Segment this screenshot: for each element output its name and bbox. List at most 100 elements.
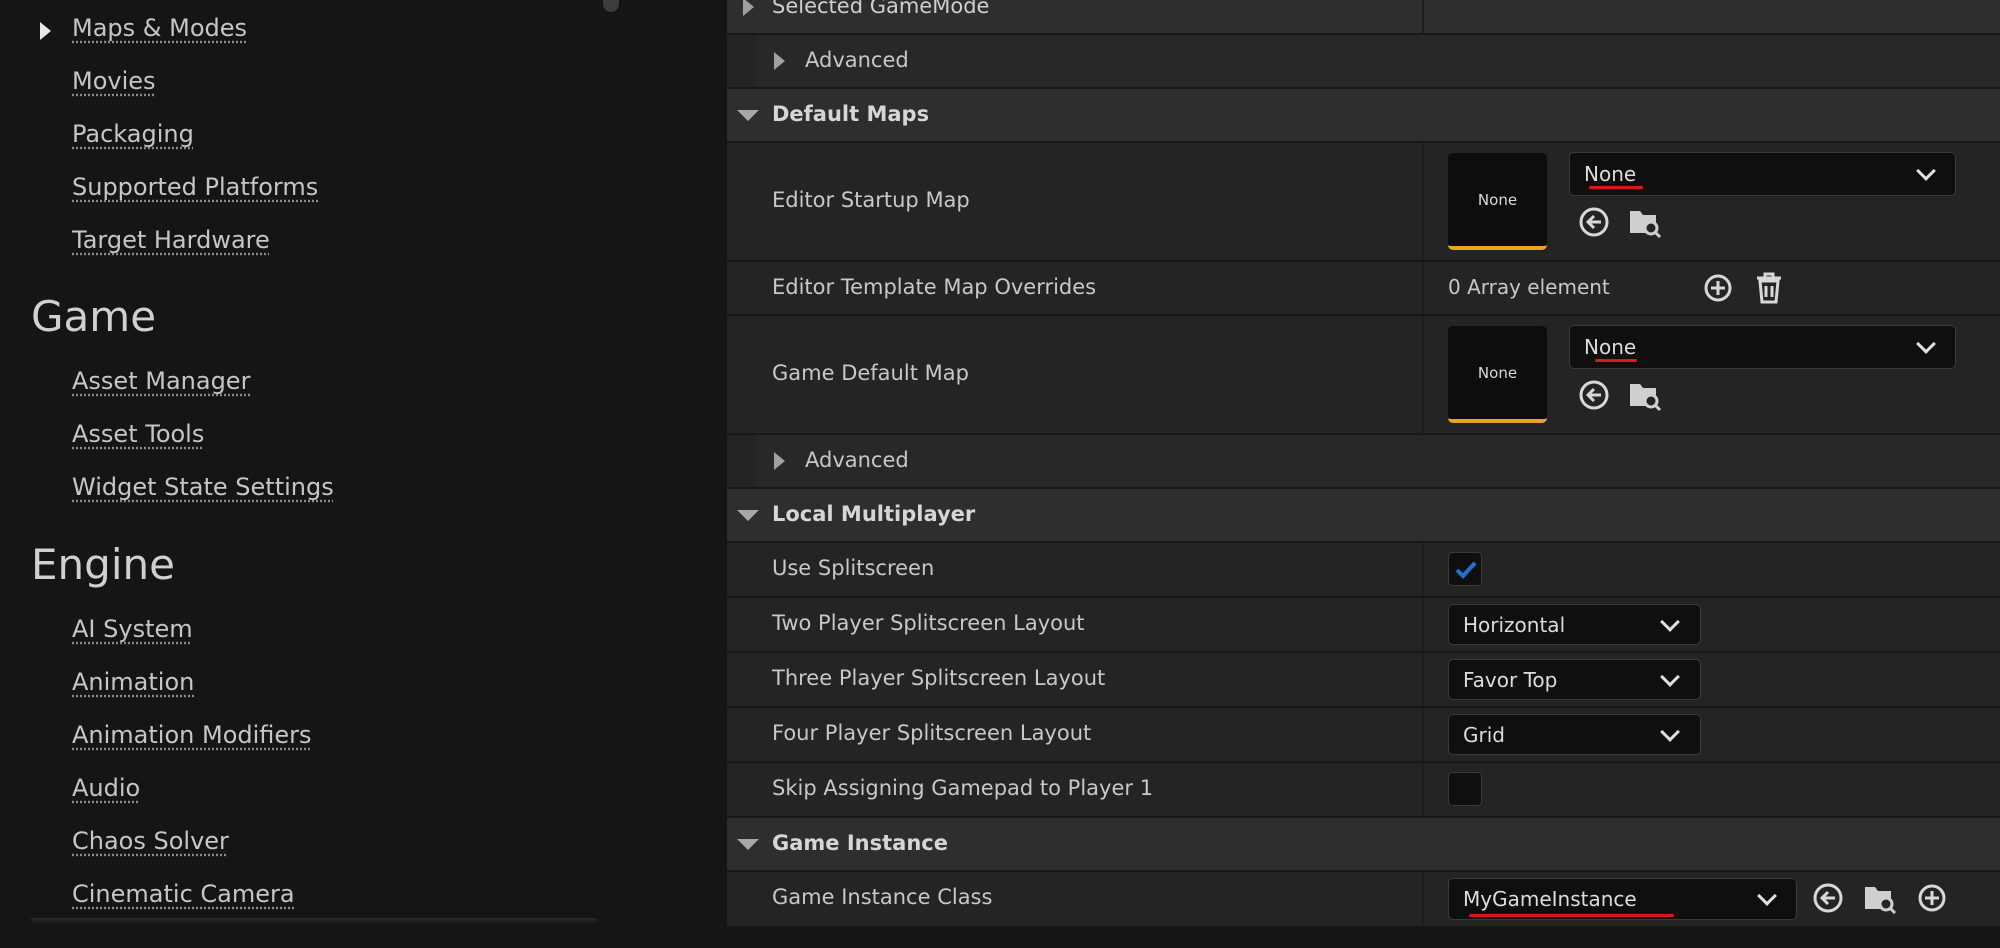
- nav-item-audio[interactable]: Audio: [72, 774, 140, 802]
- nav-item-animation[interactable]: Animation: [72, 668, 194, 696]
- two-player-layout-dropdown[interactable]: Horizontal: [1448, 604, 1701, 645]
- advanced-group-1[interactable]: Advanced: [727, 35, 2000, 89]
- use-selected-icon[interactable]: [1577, 205, 1611, 239]
- indent-stripe: [727, 435, 757, 487]
- nav-section-game: Game: [31, 292, 157, 341]
- dropdown-value: Grid: [1463, 722, 1505, 747]
- nav-item-widget-state-settings[interactable]: Widget State Settings: [72, 473, 334, 501]
- combo-value: MyGameInstance: [1463, 887, 1637, 911]
- indent-stripe: [727, 35, 757, 87]
- chevron-down-icon: [1757, 886, 1777, 906]
- nav-item-maps-modes[interactable]: Maps & Modes: [72, 14, 247, 42]
- nav-item-packaging[interactable]: Packaging: [72, 120, 194, 148]
- column-divider: [1422, 653, 1424, 706]
- browse-folder-icon[interactable]: [1627, 205, 1663, 239]
- map-picker-combo[interactable]: None: [1569, 325, 1956, 369]
- property-label: Skip Assigning Gamepad to Player 1: [772, 776, 1154, 800]
- dropdown-value: Horizontal: [1463, 612, 1566, 637]
- category-selected-gamemode[interactable]: Selected GameMode: [727, 0, 2000, 35]
- map-picker-combo[interactable]: None: [1569, 152, 1956, 196]
- nav-item-cinematic-camera[interactable]: Cinematic Camera: [72, 880, 295, 908]
- nav-section-engine: Engine: [31, 540, 175, 589]
- category-label: Selected GameMode: [772, 0, 990, 18]
- property-three-player-layout: Three Player Splitscreen Layout Favor To…: [727, 653, 2000, 708]
- property-editor-template-overrides: Editor Template Map Overrides 0 Array el…: [727, 262, 2000, 316]
- annotation-underline: [1469, 914, 1674, 917]
- column-divider: [1422, 543, 1424, 596]
- property-game-default-map: Game Default Map None None: [727, 316, 2000, 435]
- browse-folder-icon[interactable]: [1862, 881, 1898, 915]
- combo-value: None: [1584, 335, 1637, 359]
- checkmark-icon: [1455, 561, 1477, 579]
- thumbnail-label: None: [1477, 190, 1518, 209]
- category-label: Default Maps: [772, 102, 930, 126]
- column-divider: [1422, 143, 1424, 260]
- property-game-instance-class: Game Instance Class MyGameInstance: [727, 872, 2000, 926]
- property-label: Game Instance Class: [772, 885, 993, 909]
- column-divider: [1422, 316, 1424, 433]
- chevron-down-icon: [1916, 334, 1936, 354]
- category-label: Game Instance: [772, 831, 948, 855]
- collapse-arrow-icon[interactable]: [737, 839, 759, 850]
- property-two-player-layout: Two Player Splitscreen Layout Horizontal: [727, 598, 2000, 653]
- add-class-icon[interactable]: [1916, 882, 1948, 914]
- nav-item-chaos-solver[interactable]: Chaos Solver: [72, 827, 229, 855]
- nav-item-supported-platforms[interactable]: Supported Platforms: [72, 173, 318, 201]
- property-label: Four Player Splitscreen Layout: [772, 721, 1092, 745]
- property-label: Three Player Splitscreen Layout: [772, 666, 1106, 690]
- collapse-arrow-icon[interactable]: [737, 510, 759, 521]
- combo-value: None: [1584, 162, 1637, 186]
- array-count: 0 Array element: [1448, 275, 1610, 299]
- dropdown-value: Favor Top: [1463, 667, 1558, 692]
- skip-gamepad-checkbox[interactable]: [1448, 772, 1482, 806]
- expand-arrow-icon[interactable]: [40, 22, 51, 40]
- chevron-down-icon: [1660, 722, 1680, 742]
- category-label: Local Multiplayer: [772, 502, 976, 526]
- property-skip-gamepad: Skip Assigning Gamepad to Player 1: [727, 763, 2000, 818]
- nav-item-ai-system[interactable]: AI System: [72, 615, 193, 643]
- thumbnail-label: None: [1477, 363, 1518, 382]
- annotation-underline: [1589, 186, 1643, 189]
- nav-item-animation-modifiers[interactable]: Animation Modifiers: [72, 721, 312, 749]
- add-element-icon[interactable]: [1702, 272, 1734, 304]
- nav-scrollbar-thumb[interactable]: [603, 0, 619, 12]
- column-divider: [1422, 708, 1424, 761]
- column-divider: [1422, 872, 1424, 926]
- asset-thumbnail[interactable]: None: [1448, 153, 1547, 250]
- chevron-down-icon: [1916, 161, 1936, 181]
- category-local-multiplayer[interactable]: Local Multiplayer: [727, 489, 2000, 543]
- nav-item-asset-manager[interactable]: Asset Manager: [72, 367, 250, 395]
- property-use-splitscreen: Use Splitscreen: [727, 543, 2000, 598]
- browse-folder-icon[interactable]: [1627, 378, 1663, 412]
- asset-thumbnail[interactable]: None: [1448, 326, 1547, 423]
- category-game-instance[interactable]: Game Instance: [727, 818, 2000, 872]
- advanced-label: Advanced: [805, 48, 909, 72]
- advanced-group-2[interactable]: Advanced: [727, 435, 2000, 489]
- use-selected-icon[interactable]: [1577, 378, 1611, 412]
- advanced-label: Advanced: [805, 448, 909, 472]
- expand-arrow-icon[interactable]: [774, 452, 785, 470]
- use-splitscreen-checkbox[interactable]: [1448, 552, 1482, 586]
- settings-nav: Maps & Modes Movies Packaging Supported …: [0, 0, 670, 948]
- column-divider: [1422, 598, 1424, 651]
- nav-item-asset-tools[interactable]: Asset Tools: [72, 420, 204, 448]
- category-default-maps[interactable]: Default Maps: [727, 89, 2000, 143]
- nav-item-target-hardware[interactable]: Target Hardware: [72, 226, 270, 254]
- trash-icon[interactable]: [1754, 271, 1784, 305]
- expand-arrow-icon[interactable]: [743, 0, 754, 16]
- property-label: Game Default Map: [772, 361, 969, 385]
- four-player-layout-dropdown[interactable]: Grid: [1448, 714, 1701, 755]
- property-label: Two Player Splitscreen Layout: [772, 611, 1085, 635]
- collapse-arrow-icon[interactable]: [737, 110, 759, 121]
- property-four-player-layout: Four Player Splitscreen Layout Grid: [727, 708, 2000, 763]
- use-selected-icon[interactable]: [1811, 881, 1845, 915]
- property-label: Use Splitscreen: [772, 556, 935, 580]
- expand-arrow-icon[interactable]: [774, 52, 785, 70]
- chevron-down-icon: [1660, 667, 1680, 687]
- nav-item-movies[interactable]: Movies: [72, 67, 156, 95]
- three-player-layout-dropdown[interactable]: Favor Top: [1448, 659, 1701, 700]
- nav-scroll-shadow: [31, 918, 597, 924]
- details-panel: Selected GameMode Advanced Default Maps …: [727, 0, 2000, 926]
- chevron-down-icon: [1660, 612, 1680, 632]
- property-editor-startup-map: Editor Startup Map None None: [727, 143, 2000, 262]
